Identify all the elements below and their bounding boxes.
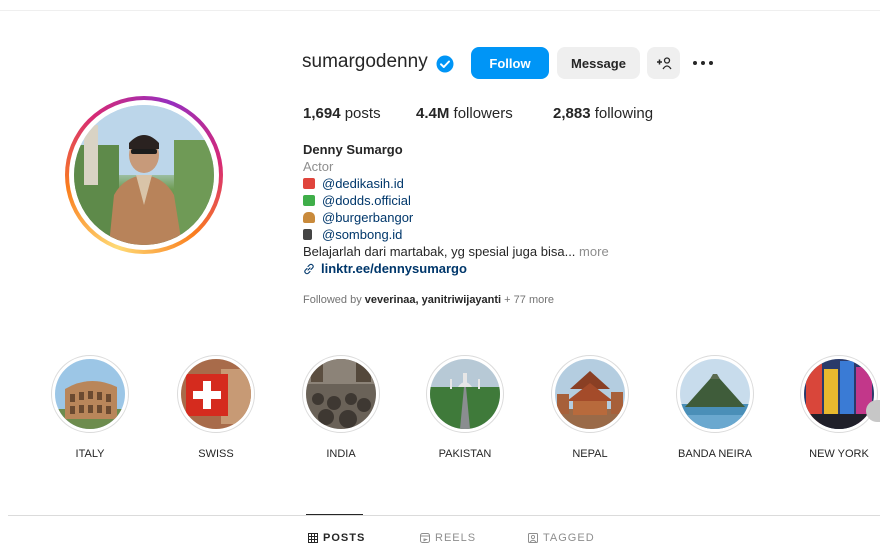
bio-mention-text: @dodds.official (322, 193, 411, 208)
highlight-nepal[interactable]: NEPAL (550, 355, 630, 460)
highlight-ring (426, 355, 504, 433)
temple-icon (555, 359, 625, 429)
active-tab-indicator (306, 514, 363, 515)
bio-link-text: linktr.ee/dennysumargo (321, 261, 467, 276)
tab-tagged[interactable]: TAGGED (528, 532, 595, 544)
highlight-swiss[interactable]: SWISS (176, 355, 256, 460)
profile-username: sumargodenny (302, 51, 428, 72)
highlight-label: INDIA (326, 448, 356, 460)
followed-by-users: veverinaa, yanitriwijayanti (364, 294, 502, 306)
highlight-ring (676, 355, 754, 433)
more-dot-icon (709, 61, 713, 65)
profile-full-name: Denny Sumargo (303, 142, 403, 157)
bio-mention-burgerbangor[interactable]: @burgerbangor (303, 210, 413, 225)
bio-mention-sombong[interactable]: @sombong.id (303, 227, 402, 242)
followed-by-text[interactable]: Followed by veverinaa, yanitriwijayanti … (303, 294, 554, 306)
tab-label: TAGGED (543, 532, 595, 544)
highlight-label: ITALY (75, 448, 105, 460)
bio-external-link[interactable]: linktr.ee/dennysumargo (303, 261, 467, 276)
swiss-flag-icon (181, 359, 251, 429)
more-dot-icon (701, 61, 705, 65)
more-options-button[interactable] (688, 50, 718, 76)
highlight-label: BANDA NEIRA (678, 448, 752, 460)
add-user-icon (656, 57, 672, 70)
highlight-label: NEW YORK (809, 448, 869, 460)
tab-posts[interactable]: POSTS (308, 532, 365, 544)
link-icon (304, 263, 314, 274)
highlight-label: PAKISTAN (438, 448, 492, 460)
times-square-icon (804, 359, 874, 429)
followed-by-prefix: Followed by (303, 294, 365, 306)
highlight-pakistan[interactable]: PAKISTAN (425, 355, 505, 460)
highlight-ring (51, 355, 129, 433)
profile-avatar[interactable] (65, 96, 223, 254)
bio-mention-text: @dedikasih.id (322, 176, 404, 191)
tab-reels[interactable]: REELS (420, 532, 476, 544)
tab-label: REELS (435, 532, 477, 544)
highlight-label: SWISS (198, 448, 234, 460)
suggested-users-button[interactable] (647, 47, 680, 79)
following-count-label: following (594, 105, 654, 122)
avatar-photo (74, 105, 214, 245)
bio-mention-dedikasih[interactable]: @dedikasih.id (303, 176, 404, 191)
grid-icon (308, 533, 318, 543)
avatar-story-ring-gap (69, 100, 219, 250)
house-emoji-icon (303, 178, 315, 189)
highlight-ring (177, 355, 255, 433)
mosque-road-icon (430, 359, 500, 429)
bio-text: Belajarlah dari martabak, yg spesial jug… (303, 244, 609, 259)
posts-count: 1,694 posts (303, 105, 381, 122)
following-count-value: 2,883 (553, 105, 591, 122)
profile-category: Actor (303, 159, 334, 174)
follow-button[interactable]: Follow (471, 47, 549, 79)
more-dot-icon (693, 61, 697, 65)
bio-more-link[interactable]: more (575, 244, 609, 259)
bio-text-content: Belajarlah dari martabak, yg spesial jug… (303, 244, 576, 259)
bio-mention-text: @burgerbangor (322, 210, 414, 225)
highlight-label: NEPAL (572, 448, 608, 460)
burger-emoji-icon (303, 212, 315, 223)
highlight-india[interactable]: INDIA (301, 355, 381, 460)
highlight-banda-neira[interactable]: BANDA NEIRA (675, 355, 755, 460)
tab-label: POSTS (323, 532, 366, 544)
person-portrait-icon (74, 105, 214, 245)
person-emoji-icon (303, 229, 312, 240)
street-scene-icon (306, 359, 376, 429)
colosseum-icon (55, 359, 125, 429)
message-button[interactable]: Message (557, 47, 640, 79)
followers-count-label: followers (453, 105, 513, 122)
highlight-ring (800, 355, 878, 433)
volcano-icon (680, 359, 750, 429)
tagged-icon (528, 533, 538, 543)
highlight-italy[interactable]: ITALY (50, 355, 130, 460)
posts-count-value: 1,694 (303, 105, 341, 122)
highlight-ring (551, 355, 629, 433)
followers-count-value: 4.4M (416, 105, 450, 122)
shirt-emoji-icon (303, 195, 315, 206)
top-divider (0, 10, 880, 11)
followers-link[interactable]: 4.4M followers (416, 105, 513, 122)
verified-badge-icon (436, 55, 454, 73)
highlight-ring (302, 355, 380, 433)
tabs-divider (8, 515, 880, 516)
following-link[interactable]: 2,883 following (553, 105, 653, 122)
followed-by-suffix: + 77 more (501, 294, 555, 306)
reels-icon (420, 533, 430, 543)
bio-mention-text: @sombong.id (322, 227, 403, 242)
bio-mention-dodds[interactable]: @dodds.official (303, 193, 411, 208)
posts-count-label: posts (344, 105, 381, 122)
